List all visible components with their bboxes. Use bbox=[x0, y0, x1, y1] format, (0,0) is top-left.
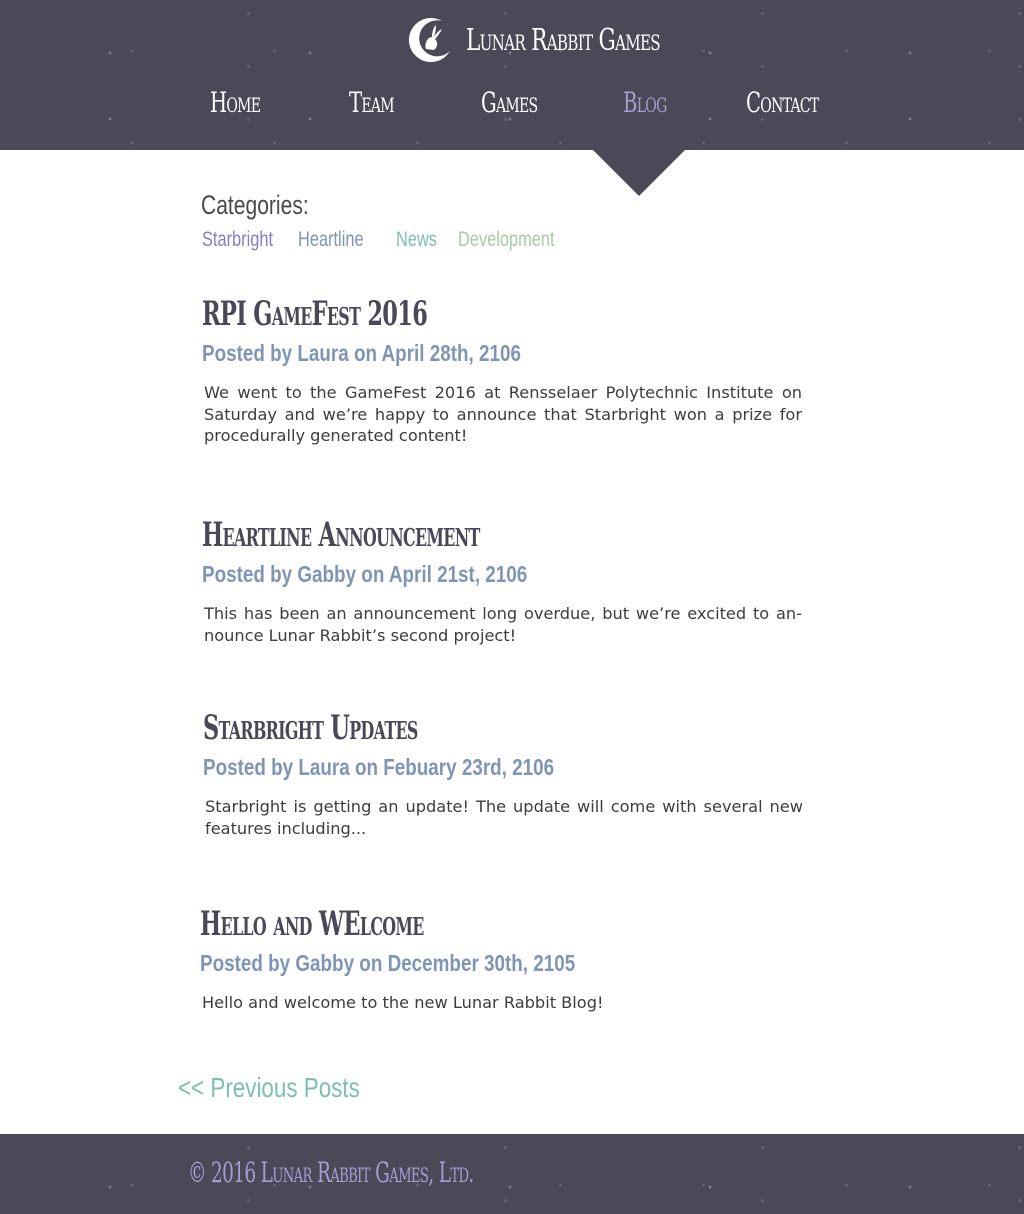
site-footer: © 2016 Lunar Rabbit Games, Ltd. bbox=[0, 1134, 1024, 1214]
site-header: Lunar Rabbit Games Home Team Games Blog … bbox=[0, 0, 1024, 150]
nav-home[interactable]: Home bbox=[210, 86, 261, 119]
post-meta: Posted by Gabby on December 30th, 2105 bbox=[200, 950, 576, 976]
nav-team[interactable]: Team bbox=[349, 86, 395, 119]
copyright-text: © 2016 Lunar Rabbit Games, Ltd. bbox=[188, 1156, 474, 1189]
categories-heading: Categories: bbox=[201, 190, 309, 220]
category-development[interactable]: Development bbox=[458, 228, 555, 252]
site-title: Lunar Rabbit Games bbox=[466, 22, 661, 58]
post-body: We went to the GameFest 2016 at Renssela… bbox=[204, 383, 802, 445]
post-body: Starbright is getting an update! The upd… bbox=[205, 797, 803, 838]
post-title[interactable]: Hello and WElcome bbox=[200, 904, 424, 944]
category-news[interactable]: News bbox=[396, 228, 437, 252]
category-starbright[interactable]: Starbright bbox=[202, 228, 273, 252]
post-meta: Posted by Laura on April 28th, 2106 bbox=[202, 340, 521, 366]
post-title[interactable]: RPI GameFest 2016 bbox=[202, 294, 428, 334]
nav-contact[interactable]: Contact bbox=[746, 86, 819, 119]
post-body: This has been an announcement long overd… bbox=[204, 604, 802, 645]
main-nav: Home Team Games Blog Contact bbox=[0, 86, 1024, 130]
category-heartline[interactable]: Heartline bbox=[298, 228, 364, 252]
moon-rabbit-icon bbox=[408, 18, 450, 63]
post-meta: Posted by Gabby on April 21st, 2106 bbox=[202, 561, 528, 587]
post-body: Hello and welcome to the new Lunar Rabbi… bbox=[202, 993, 604, 1012]
previous-posts-link[interactable]: << Previous Posts bbox=[178, 1072, 360, 1104]
post-meta: Posted by Laura on Febuary 23rd, 2106 bbox=[203, 754, 555, 780]
active-nav-pointer bbox=[593, 150, 685, 196]
post-title[interactable]: Heartline Announcement bbox=[202, 515, 480, 555]
post-title[interactable]: Starbright Updates bbox=[203, 708, 418, 748]
nav-blog[interactable]: Blog bbox=[623, 86, 667, 119]
site-logo[interactable]: Lunar Rabbit Games bbox=[406, 14, 735, 66]
nav-games[interactable]: Games bbox=[481, 86, 538, 119]
